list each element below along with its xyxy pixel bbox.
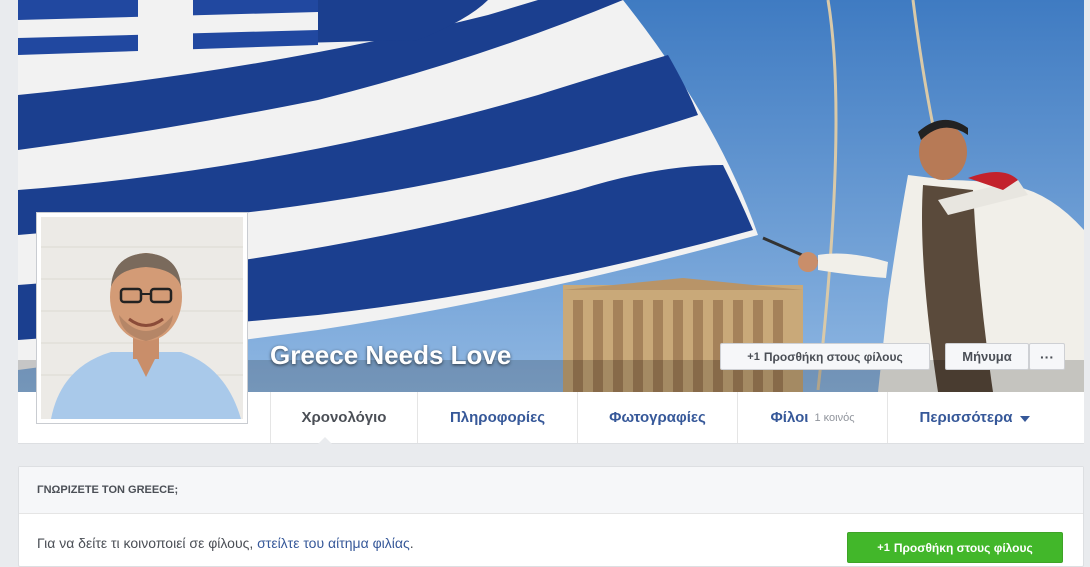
caret-down-icon: [1020, 415, 1031, 422]
send-friend-request-link[interactable]: στείλτε του αίτημα φιλίας: [257, 535, 410, 551]
avatar: [41, 217, 243, 419]
add-friend-card-label: Προσθήκη στους φίλους: [893, 540, 1033, 555]
mutual-friends-count: 1 κοινός: [814, 411, 855, 424]
tab-timeline[interactable]: Χρονολόγιο: [270, 392, 417, 443]
card-header: ΓΝΩΡΙΖΕΤΕ ΤΟΝ GREECE;: [19, 467, 1083, 514]
message-button[interactable]: Μήνυμα: [945, 343, 1029, 370]
tab-about[interactable]: Πληροφορίες: [417, 392, 577, 443]
more-options-button[interactable]: ···: [1029, 343, 1065, 370]
page-margin-left: [0, 0, 18, 567]
tab-friends-label: Φίλοι: [770, 409, 809, 426]
tab-friends[interactable]: Φίλοι 1 κοινός: [737, 392, 887, 443]
active-tab-pointer: [318, 437, 332, 444]
tab-timeline-label: Χρονολόγιο: [301, 409, 387, 426]
tab-photos[interactable]: Φωτογραφίες: [577, 392, 737, 443]
card-message-text: Για να δείτε τι κοινοποιεί σε φίλους,: [37, 535, 258, 551]
add-friend-label: Προσθήκη στους φίλους: [763, 349, 903, 364]
tab-more-label: Περισσότερα: [919, 409, 1013, 426]
page-margin-right: [1084, 0, 1090, 567]
friend-request-card: ΓΝΩΡΙΖΕΤΕ ΤΟΝ GREECE; Για να δείτε τι κο…: [18, 466, 1084, 567]
add-friend-icon: +1: [877, 541, 890, 554]
tab-about-label: Πληροφορίες: [449, 409, 546, 426]
add-friend-icon: +1: [747, 350, 760, 363]
card-message-period: .: [409, 535, 414, 551]
add-friend-button-card[interactable]: +1 Προσθήκη στους φίλους: [847, 532, 1063, 563]
add-friend-button[interactable]: +1 Προσθήκη στους φίλους: [720, 343, 930, 370]
card-message: Για να δείτε τι κοινοποιεί σε φίλους, στ…: [37, 535, 414, 551]
tab-more[interactable]: Περισσότερα: [887, 392, 1062, 443]
tab-photos-label: Φωτογραφίες: [609, 409, 706, 426]
profile-name[interactable]: Greece Needs Love: [270, 340, 511, 371]
profile-picture[interactable]: [36, 212, 248, 424]
